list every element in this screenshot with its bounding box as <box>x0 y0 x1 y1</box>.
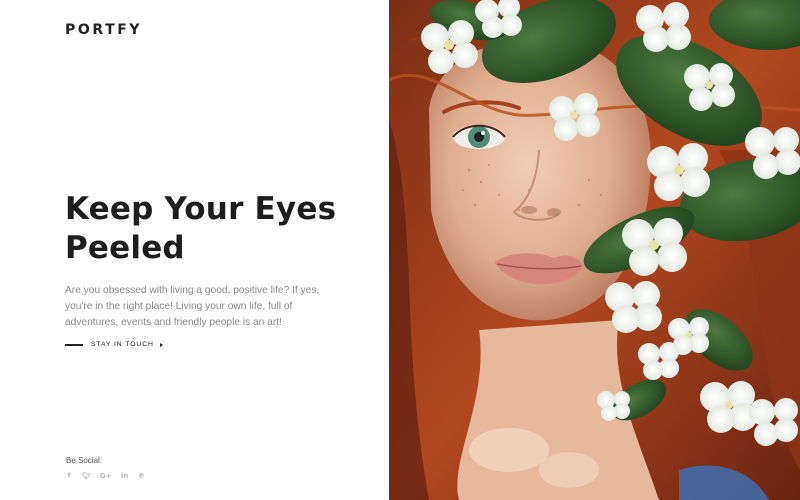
portrait-illustration <box>389 0 800 500</box>
stay-in-touch-link[interactable]: STAY IN TOUCH <box>65 341 163 348</box>
arrow-right-icon <box>159 342 163 347</box>
pinterest-icon[interactable]: ℗ <box>138 472 146 480</box>
hero-title: Keep Your Eyes Peeled <box>65 191 337 266</box>
site-logo[interactable]: PORTFY <box>65 22 142 38</box>
cta-label: STAY IN TOUCH <box>91 341 154 348</box>
hero-description: Are you obsessed with living a good, pos… <box>65 285 320 328</box>
landing-page: PORTFY Keep Your Eyes Peeled Are you obs… <box>0 0 800 500</box>
cta-line-decoration <box>65 343 83 346</box>
twitter-icon[interactable]: 🐦︎ <box>82 472 91 480</box>
linkedin-icon[interactable]: in <box>121 472 129 480</box>
hero-panel: PORTFY Keep Your Eyes Peeled Are you obs… <box>0 0 389 500</box>
social-links: f 🐦︎ G+ in ℗ <box>65 472 146 480</box>
google-plus-icon[interactable]: G+ <box>100 472 112 480</box>
social-label: Be Social: <box>66 456 103 465</box>
hero-photo <box>389 0 800 500</box>
facebook-icon[interactable]: f <box>65 472 73 480</box>
